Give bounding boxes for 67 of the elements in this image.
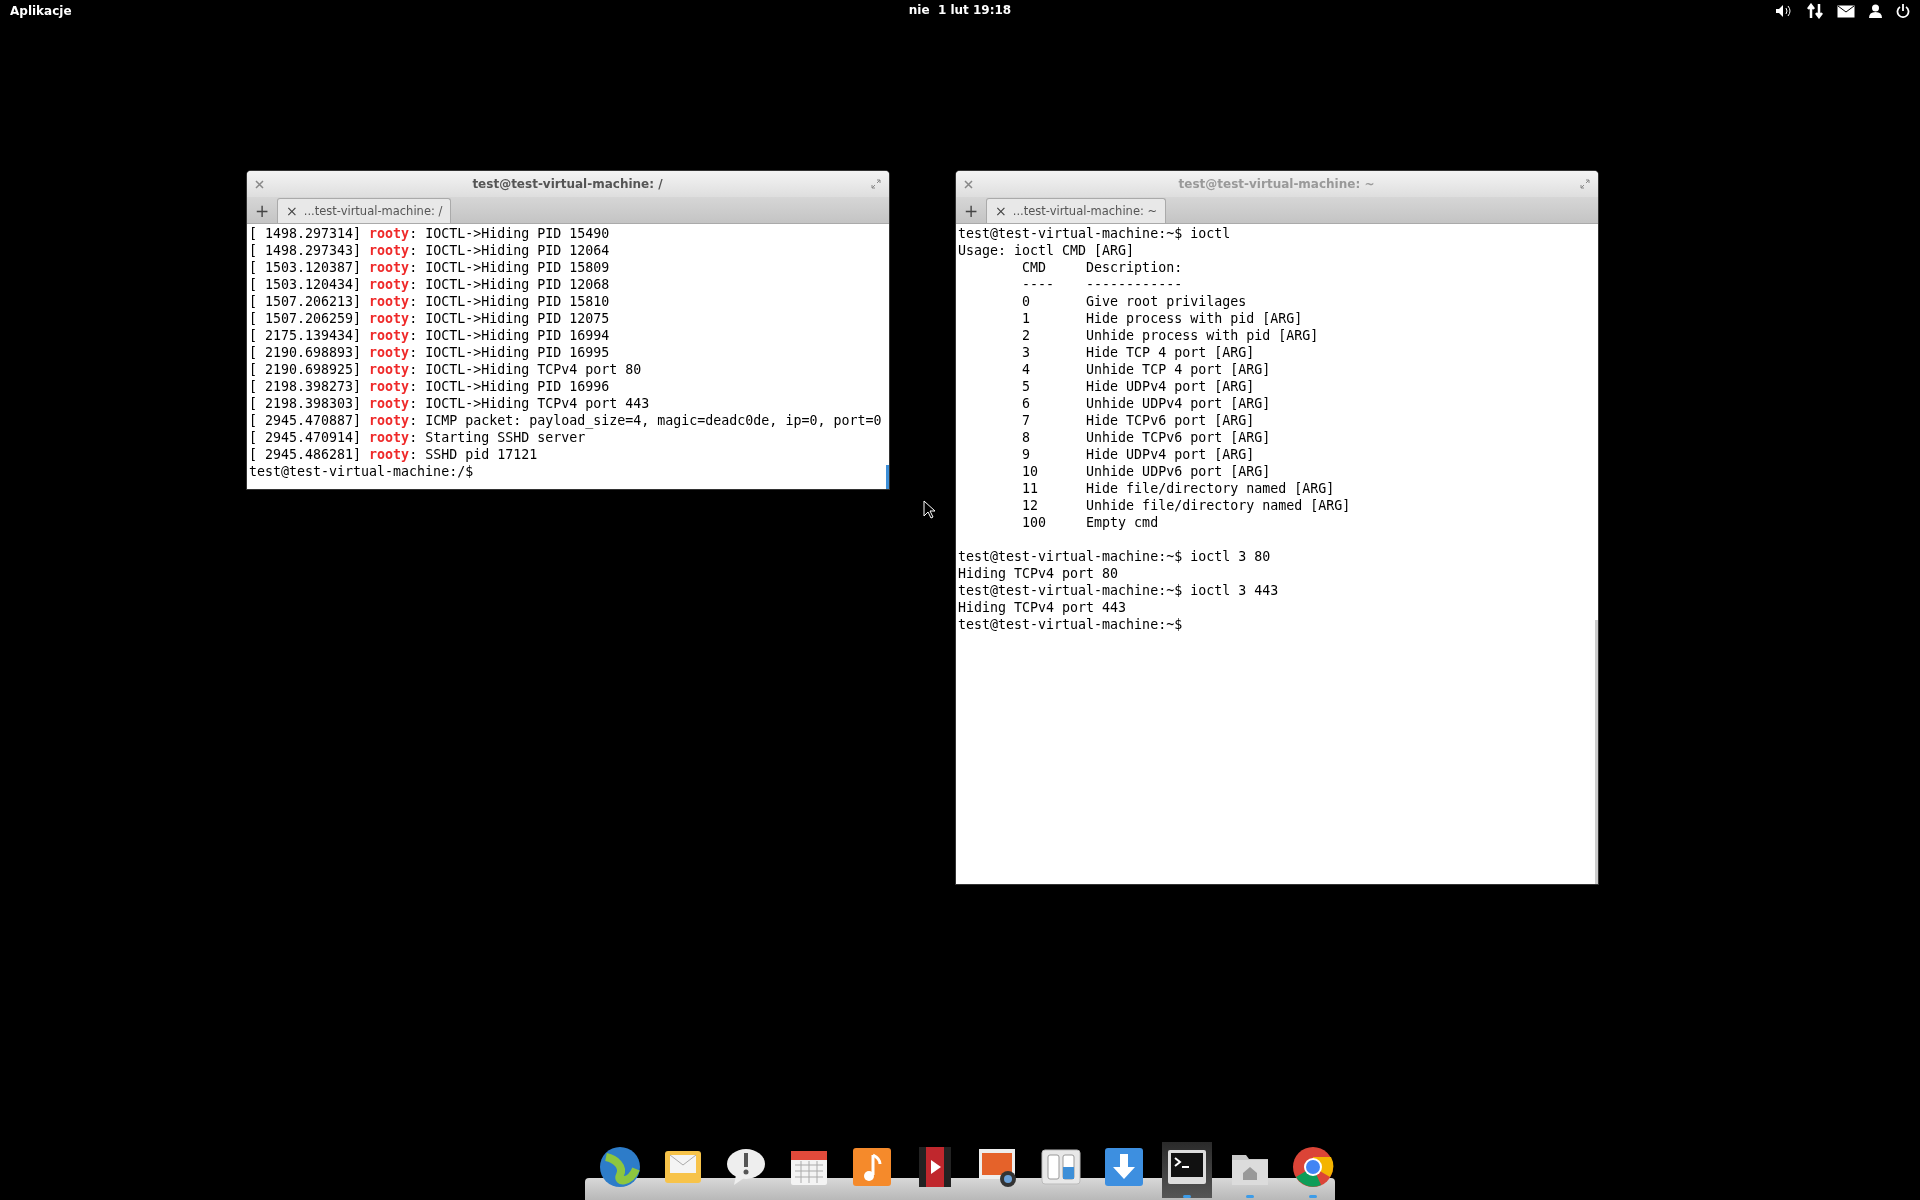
terminal-line: [ 2945.470914] rooty: Starting SSHD server [249, 429, 587, 446]
terminal-line: 1 Hide process with pid [ARG] [1021, 310, 1304, 327]
power-icon[interactable] [1896, 4, 1910, 18]
volume-icon[interactable] [1775, 4, 1793, 18]
scrollbar[interactable] [1595, 620, 1598, 884]
tab-label: ...test-virtual-machine: ~ [1012, 204, 1158, 218]
scrollbar[interactable] [886, 465, 889, 489]
window-title: test@test-virtual-machine: / [472, 177, 663, 191]
close-icon[interactable] [255, 179, 264, 189]
terminal-line: 7 Hide TCPv6 port [ARG] [1021, 412, 1256, 429]
terminal-line: [ 2190.698893] rooty: IOCTL->Hiding PID 16995 [249, 344, 611, 361]
terminal-line: 5 Hide UDPv4 port [ARG] [1021, 378, 1256, 395]
terminal-line: [ 1503.120387] rooty: IOCTL->Hiding PID 15809 [249, 259, 611, 276]
applications-menu[interactable]: Aplikacje [10, 4, 72, 18]
terminal-line: 2 Unhide process with pid [ARG] [1021, 327, 1320, 344]
clock[interactable]: nie 1 lut 19:18 [908, 3, 1012, 17]
maximize-icon[interactable] [871, 179, 881, 189]
terminal-tab[interactable]: × ...test-virtual-machine: ~ [986, 198, 1167, 223]
terminal-line: ---- ------------ [1021, 276, 1184, 293]
terminal-line: CMD Description: [1021, 259, 1184, 276]
globe-icon [598, 1145, 642, 1189]
terminal-line: test@test-virtual-machine:~$ [958, 616, 1184, 633]
terminal-line: 0 Give root privilages [1021, 293, 1248, 310]
terminal-line: 9 Hide UDPv4 port [ARG] [1021, 446, 1256, 463]
terminal-line: [ 1498.297314] rooty: IOCTL->Hiding PID 15490 [249, 225, 611, 242]
terminal-line: 6 Unhide UDPv4 port [ARG] [1021, 395, 1272, 412]
terminal-line: Hiding TCPv4 port 80 [958, 565, 1120, 582]
terminal-line: [ 2945.470887] rooty: ICMP packet: payload_size=4, magic=deadc0de, ip=0, port=0 [249, 412, 883, 429]
tab-label: ...test-virtual-machine: / [303, 204, 443, 218]
terminal-line: [ 1503.120434] rooty: IOCTL->Hiding PID 12068 [249, 276, 611, 293]
terminal-tab[interactable]: × ...test-virtual-machine: / [277, 198, 452, 223]
terminal-line: 4 Unhide TCP 4 port [ARG] [1021, 361, 1272, 378]
terminal-line: [ 2175.139434] rooty: IOCTL->Hiding PID 16994 [249, 327, 611, 344]
mail-icon[interactable] [1837, 4, 1855, 18]
close-icon[interactable] [964, 179, 973, 189]
browser-icon [1291, 1145, 1335, 1189]
terminal-line: [ 1507.206213] rooty: IOCTL->Hiding PID 15810 [249, 293, 611, 310]
network-arrows-icon[interactable] [1807, 3, 1823, 19]
terminal-line: test@test-virtual-machine:~$ ioctl 3 443 [958, 582, 1280, 599]
mouse-pointer-icon [923, 500, 935, 519]
terminal-line: 10 Unhide UDPv6 port [ARG] [1021, 463, 1272, 480]
terminal-line: [ 2190.698925] rooty: IOCTL->Hiding TCPv4 port 80 [249, 361, 643, 378]
terminal-line: 100 Empty cmd [1021, 514, 1160, 531]
terminal-line: [ 1507.206259] rooty: IOCTL->Hiding PID 12075 [249, 310, 611, 327]
terminal-line: [ 2198.398303] rooty: IOCTL->Hiding TCPv4 port 443 [249, 395, 651, 412]
download-icon [1102, 1145, 1146, 1189]
terminal-line: test@test-virtual-machine:~$ ioctl 3 80 [958, 548, 1272, 565]
terminal-line: [ 1498.297343] rooty: IOCTL->Hiding PID 12064 [249, 242, 611, 259]
new-tab-button[interactable]: + [247, 199, 277, 223]
tab-close-button[interactable]: × [286, 203, 298, 219]
terminal-line: [ 2945.486281] rooty: SSHD pid 17121 [249, 446, 539, 463]
maximize-icon[interactable] [1580, 179, 1590, 189]
terminal-line: test@test-virtual-machine:~$ ioctl [958, 225, 1232, 242]
terminal-line: 8 Unhide TCPv6 port [ARG] [1021, 429, 1272, 446]
terminal-line: Hiding TCPv4 port 443 [958, 599, 1128, 616]
terminal-line: 12 Unhide file/directory named [ARG] [1021, 497, 1352, 514]
terminal-line: 11 Hide file/directory named [ARG] [1021, 480, 1336, 497]
terminal-line: [ 2198.398273] rooty: IOCTL->Hiding PID 16996 [249, 378, 611, 395]
tab-close-button[interactable]: × [995, 203, 1007, 219]
window-title: test@test-virtual-machine: ~ [1178, 177, 1375, 191]
dock-item[interactable] [1162, 1142, 1212, 1198]
terminal-line: Usage: ioctl CMD [ARG] [958, 242, 1136, 259]
user-icon[interactable] [1869, 4, 1882, 18]
music-note-icon [850, 1145, 894, 1189]
new-tab-button[interactable]: + [956, 199, 986, 223]
terminal-line: 3 Hide TCP 4 port [ARG] [1021, 344, 1256, 361]
terminal-line: test@test-virtual-machine:/$ [249, 463, 475, 480]
